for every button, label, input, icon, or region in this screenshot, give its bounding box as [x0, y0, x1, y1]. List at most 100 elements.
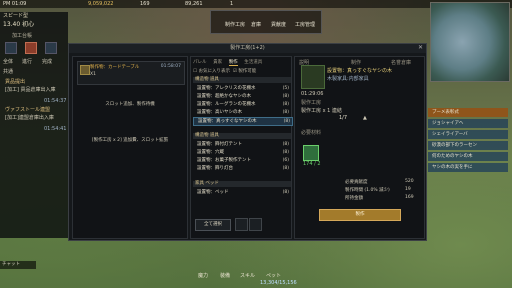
slot-line-2: [製作工房 x 2] 追加費、スロット拡張 [91, 138, 169, 143]
menu-workshop[interactable]: 工房管理 [295, 21, 315, 28]
menu-crafting[interactable]: 制作工房 [225, 21, 245, 28]
quest-item[interactable]: ジョシャイアヘ [428, 119, 508, 128]
speed-label: スピード型 [3, 13, 29, 19]
queue-card-qty: X1 [90, 72, 96, 77]
clock-text: PM 01:09 [3, 1, 27, 7]
contribution-text: 169 [140, 1, 150, 7]
bottom-action-bar: 魔力 装備 スキル ペット 13,304/15,156 [190, 272, 310, 286]
recipe-detail-panel: 説明 制作 名誉倉庫 設置物：真っすぐなヤシの木 木製家具:内部家具 01:29… [294, 56, 425, 239]
quest-item[interactable]: ヤシの木の実を手に [428, 163, 508, 172]
stamina-text: 13,304/15,156 [260, 280, 297, 286]
side-time-2: 01:54:41 [44, 126, 67, 132]
slot-label-skill[interactable]: スキル [240, 272, 255, 279]
slot-label-magic[interactable]: 魔力 [198, 272, 208, 279]
left-side-panel: スピード型 13.40 初心 加工台帳 全体 進行 完成 共通 貢品提出 [加工… [0, 12, 68, 238]
speed-value: 13.40 初心 [3, 21, 35, 28]
info-contribution-value: 520 [405, 179, 414, 184]
category-header[interactable]: 構造物 道具 [193, 77, 291, 83]
top-menu: 制作工房 倉庫 貢献度 工房管理 [210, 10, 322, 34]
side-entry-4[interactable]: [加工]連盟倉庫出入庫 [5, 114, 54, 121]
material-count: 174 / 2 [303, 161, 321, 167]
detail-tab-honor[interactable]: 名誉倉庫 [391, 59, 411, 66]
side-entry-3[interactable]: ヴァフストール連盟 [5, 106, 50, 113]
queue-card-time: 01:58:07 [160, 64, 181, 69]
recipe-list-panel: パレル 貴家 製作 生活道具 ☐ お気に入り表示 ☑ 製作可能 構造物 道具 設… [190, 56, 293, 239]
side-time-1: 01:54:37 [44, 98, 67, 104]
menu-contribution[interactable]: 貢献度 [271, 21, 286, 28]
close-icon[interactable]: ✕ [418, 44, 423, 51]
recipe-item[interactable]: 設置物：ベッド (8) [193, 189, 291, 196]
dialog-title: 製作工房(1+2) [69, 44, 426, 53]
product-name: 設置物：真っすぐなヤシの木 [327, 68, 393, 74]
craftable-label: 製作可能 [238, 69, 257, 74]
craft-time: 01:29:06 [301, 91, 324, 97]
slot-label-pet[interactable]: ペット [266, 272, 281, 279]
recipe-item[interactable]: 設置物：穴蔵 (8) [193, 149, 291, 156]
count2-text: 89,261 [185, 1, 203, 7]
side-tab-label-all: 全体 [3, 59, 14, 65]
favorite-label: お気に入り表示 [198, 69, 230, 74]
palm-tree-icon [301, 65, 325, 89]
table-icon [80, 65, 90, 75]
category-header[interactable]: 構造物 道具 [193, 133, 291, 139]
material-wood-icon[interactable] [303, 145, 319, 161]
crafting-dialog: 製作工房(1+2) ✕ 製作物：カードテーブル X1 01:58:07 スロット… [68, 43, 427, 241]
recipe-item[interactable]: 設置物：アレクリスの花棚水 (5) [193, 85, 291, 92]
info-time-label: 製作時間 (1.0% 減少) [345, 188, 390, 193]
product-subtype: 木製家具:内部家具 [327, 76, 369, 82]
info-money-value: 169 [405, 195, 414, 200]
category-header[interactable]: 家具 ベッド [193, 181, 291, 187]
queue-card-title: 製作物：カードテーブル [90, 65, 140, 70]
menu-storage[interactable]: 倉庫 [251, 21, 261, 28]
recipe-item[interactable]: 設置物：お菓子製作テント (6) [193, 157, 291, 164]
craft-type-label: 製作工房 [301, 100, 322, 106]
slot-box[interactable] [235, 218, 248, 231]
tab-furniture[interactable]: パレル [193, 59, 207, 65]
side-tab-label-progress: 進行 [22, 59, 33, 65]
side-tab-label-complete: 完成 [42, 59, 53, 65]
recipe-item[interactable]: 設置物：飾付灯テント (8) [193, 141, 291, 148]
quest-item[interactable]: ブーメ表彰式 [428, 108, 508, 117]
side-entry-1[interactable]: 貢品提出 [5, 78, 25, 85]
queue-panel: 製作物：カードテーブル X1 01:58:07 スロット追加、製作待機 [製作工… [72, 56, 188, 239]
recipe-item[interactable]: 設置物：高いヤシの木 (8) [193, 109, 291, 116]
craft-type-value: 製作工房 x 1 連結 [301, 108, 342, 114]
count3-text: 1 [230, 1, 234, 7]
silver-text: 9,059,022 [88, 1, 114, 7]
filter-row: ☐ お気に入り表示 ☑ 製作可能 [193, 68, 289, 74]
recipe-item[interactable]: 設置物：飾り灯台 (8) [193, 165, 291, 172]
side-tab-complete[interactable] [45, 42, 57, 54]
minimap[interactable] [430, 2, 510, 82]
chat-box[interactable]: チャット [0, 261, 36, 269]
quest-list: ブーメ表彰式 ジョシャイアヘ シェイライアーバ 砂漠の部下のラーセン 何のための… [428, 108, 508, 174]
quantity-up-icon[interactable]: ▲ [363, 115, 367, 121]
side-tabs [3, 40, 65, 56]
quest-item[interactable]: 砂漠の部下のラーセン [428, 141, 508, 150]
materials-label: 必要材料 [301, 130, 322, 136]
info-time-value: 19 [405, 187, 411, 192]
slot-line-1: スロット追加、製作待機 [105, 102, 155, 107]
slot-box[interactable] [249, 218, 262, 231]
panel-title: 加工台帳 [12, 33, 33, 39]
detail-tab-craft[interactable]: 制作 [351, 59, 361, 66]
slot-label-equip[interactable]: 装備 [220, 272, 230, 279]
recipe-tabs: パレル 貴家 製作 生活道具 [193, 59, 289, 66]
info-contribution-label: 必要貢献度 [345, 180, 368, 185]
recipe-item[interactable]: 設置物：超絶かなヤシの木 (8) [193, 93, 291, 100]
quantity-value: 1/7 [339, 115, 348, 121]
side-tab-all[interactable] [5, 42, 17, 54]
tab-life-tools[interactable]: 生活道具 [244, 59, 262, 65]
side-tab-label-common: 共通 [3, 69, 14, 75]
tab-craft[interactable]: 製作 [228, 59, 238, 66]
recipe-item[interactable]: 設置物：ルーグランの花棚水 (8) [193, 101, 291, 108]
side-entry-2[interactable]: [加工] 貢品倉庫出入庫 [5, 86, 56, 93]
recipe-item-selected[interactable]: 設置物：真っすぐなヤシの木 (8) [193, 117, 293, 126]
info-money-label: 所持金額 [345, 196, 363, 201]
select-all-button[interactable]: 全て選択 [195, 219, 231, 231]
quest-item[interactable]: 何のためのヤシの木 [428, 152, 508, 161]
side-tab-progress[interactable] [25, 42, 37, 54]
queue-card[interactable]: 製作物：カードテーブル X1 01:58:07 [77, 61, 185, 85]
tab-house[interactable]: 貴家 [213, 59, 222, 65]
quest-item[interactable]: シェイライアーバ [428, 130, 508, 139]
craft-button[interactable]: 製作 [319, 209, 401, 221]
